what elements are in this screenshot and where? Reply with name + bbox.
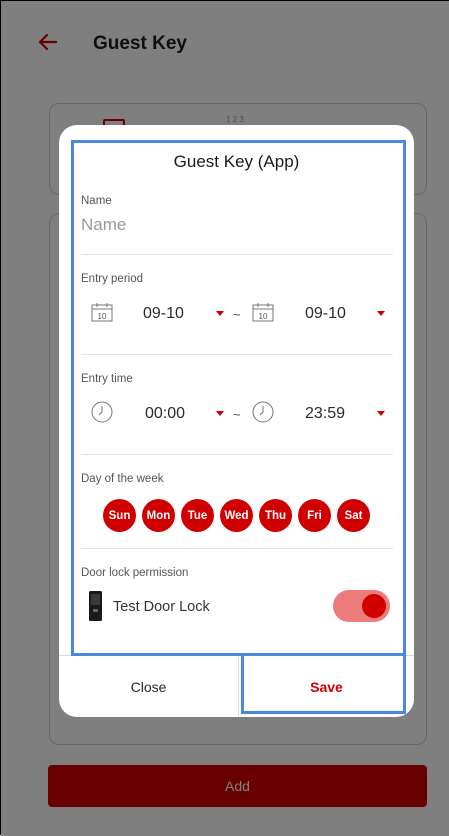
day-chip-wed[interactable]: Wed bbox=[220, 499, 253, 532]
calendar-icon[interactable]: 10 bbox=[252, 302, 274, 322]
day-chip-fri[interactable]: Fri bbox=[298, 499, 331, 532]
divider bbox=[81, 548, 393, 549]
entry-time-end[interactable]: 23:59 bbox=[305, 405, 345, 423]
dialog-title: Guest Key (App) bbox=[173, 152, 300, 171]
close-button[interactable]: Close bbox=[59, 656, 238, 717]
day-chip-thu[interactable]: Thu bbox=[259, 499, 292, 532]
divider bbox=[81, 254, 393, 255]
calendar-icon-day: 10 bbox=[98, 312, 107, 321]
door-lock-icon bbox=[89, 591, 102, 621]
name-label: Name bbox=[81, 195, 112, 207]
guest-key-screen: Guest Key 1 2 3 Add Guest Key (App) Name… bbox=[0, 0, 449, 836]
divider bbox=[81, 354, 393, 355]
caret-down-icon[interactable] bbox=[216, 311, 224, 316]
period-separator: ~ bbox=[233, 307, 241, 322]
time-separator: ~ bbox=[233, 407, 241, 422]
calendar-icon-day: 10 bbox=[259, 312, 268, 321]
entry-period-start[interactable]: 09-10 bbox=[143, 305, 184, 323]
entry-period-label: Entry period bbox=[81, 273, 144, 285]
guest-key-dialog: Guest Key (App) Name Entry period 10 09-… bbox=[59, 125, 414, 717]
caret-down-icon[interactable] bbox=[377, 411, 385, 416]
calendar-icon[interactable]: 10 bbox=[91, 302, 113, 322]
entry-time-label: Entry time bbox=[81, 373, 133, 385]
clock-icon[interactable] bbox=[252, 401, 274, 423]
save-button[interactable]: Save bbox=[239, 656, 414, 717]
door-lock-permission-label: Door lock permission bbox=[81, 567, 189, 579]
caret-down-icon[interactable] bbox=[377, 311, 385, 316]
toggle-knob bbox=[362, 594, 386, 618]
day-chip-sat[interactable]: Sat bbox=[337, 499, 370, 532]
entry-time-start[interactable]: 00:00 bbox=[145, 405, 185, 423]
divider bbox=[81, 454, 393, 455]
day-selector: Sun Mon Tue Wed Thu Fri Sat bbox=[103, 499, 370, 532]
name-input[interactable] bbox=[81, 215, 391, 235]
day-chip-tue[interactable]: Tue bbox=[181, 499, 214, 532]
door-lock-permission-toggle[interactable] bbox=[333, 590, 390, 622]
day-chip-mon[interactable]: Mon bbox=[142, 499, 175, 532]
day-chip-sun[interactable]: Sun bbox=[103, 499, 136, 532]
caret-down-icon[interactable] bbox=[216, 411, 224, 416]
clock-icon[interactable] bbox=[91, 401, 113, 423]
entry-period-end[interactable]: 09-10 bbox=[305, 305, 346, 323]
door-lock-name: Test Door Lock bbox=[113, 599, 210, 615]
day-of-week-label: Day of the week bbox=[81, 473, 164, 485]
